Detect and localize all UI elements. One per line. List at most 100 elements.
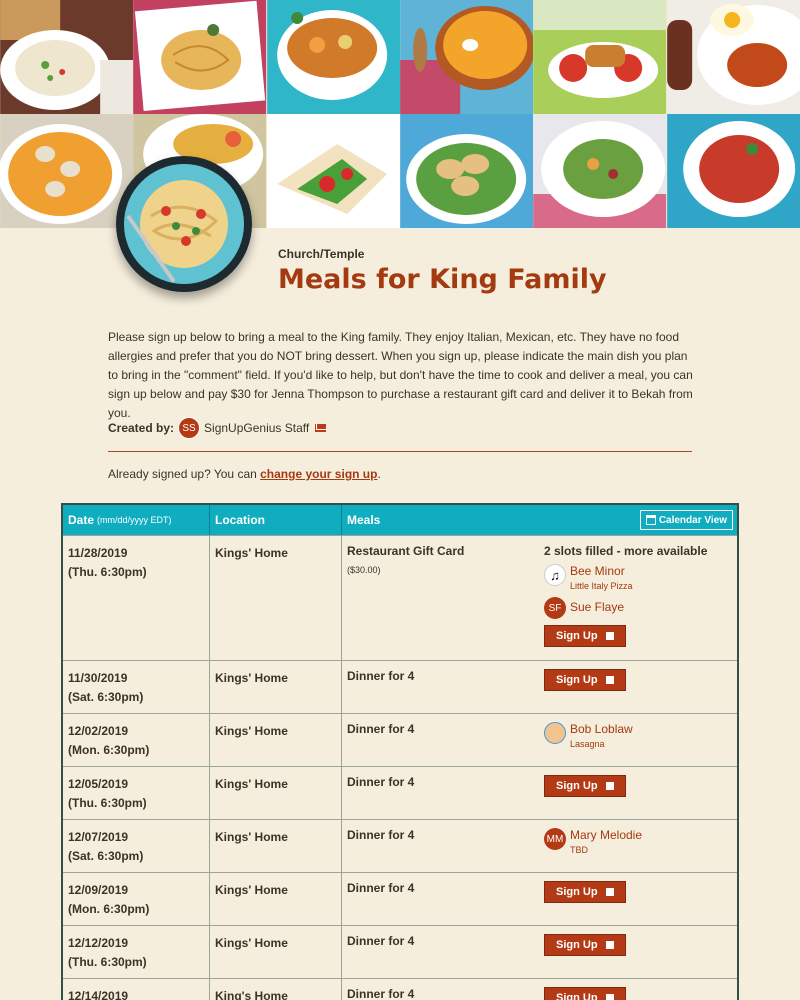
row-date: 12/09/2019 xyxy=(68,883,129,897)
calendar-view-label: Calendar View xyxy=(658,514,727,526)
person-name[interactable]: Mary Melodie xyxy=(570,828,642,842)
slots-cell: Bob Loblaw Lasagna xyxy=(544,722,732,758)
date-cell: 12/02/2019 (Mon. 6:30pm) xyxy=(63,714,210,766)
meal-name: Restaurant Gift Card xyxy=(347,544,465,558)
creator-avatar: SS xyxy=(178,417,201,439)
date-cell: 12/05/2019 (Thu. 6:30pm) xyxy=(63,767,210,819)
table-row: 12/07/2019 (Sat. 6:30pm) Kings' Home Din… xyxy=(63,819,737,872)
row-time: (Thu. 6:30pm) xyxy=(68,565,147,579)
row-date: 12/12/2019 xyxy=(68,936,129,950)
meal-name: Dinner for 4 xyxy=(347,828,415,842)
meals-cell: Dinner for 4 Sign Up xyxy=(342,926,737,978)
signup-button[interactable]: Sign Up xyxy=(544,775,626,797)
table-row: 11/28/2019 (Thu. 6:30pm) Kings' Home Res… xyxy=(63,535,737,660)
food-photo-pasta-salad xyxy=(0,0,134,114)
person-name[interactable]: Bee Minor xyxy=(570,564,633,578)
already-text: Already signed up? You can xyxy=(108,467,261,481)
signup-button-label: Sign Up xyxy=(556,630,598,642)
slots-cell: Sign Up xyxy=(544,881,732,917)
signup-button[interactable]: Sign Up xyxy=(544,669,626,691)
person-avatar: SF xyxy=(544,597,566,619)
signup-button-label: Sign Up xyxy=(556,939,598,951)
date-cell: 12/14/2019 xyxy=(63,979,210,1000)
header-food-collage xyxy=(0,0,800,228)
signup-button[interactable]: Sign Up xyxy=(544,934,626,956)
signup-table: Date (mm/dd/yyyy EDT) Location Meals Cal… xyxy=(61,503,739,1000)
location-cell: Kings' Home xyxy=(210,661,342,713)
food-photo-tomato-bowl xyxy=(666,114,800,228)
food-photo-croquettes xyxy=(533,0,667,114)
meal-name: Dinner for 4 xyxy=(347,775,415,789)
person-comment: TBD xyxy=(570,845,588,855)
food-photo-wrap xyxy=(266,114,400,228)
meal-name: Dinner for 4 xyxy=(347,669,415,683)
row-time: (Mon. 6:30pm) xyxy=(68,743,150,757)
table-row: 11/30/2019 (Sat. 6:30pm) Kings' Home Din… xyxy=(63,660,737,713)
food-photo-stew xyxy=(266,0,400,114)
row-time: (Thu. 6:30pm) xyxy=(68,955,147,969)
signup-button-label: Sign Up xyxy=(556,886,598,898)
date-cell: 11/28/2019 (Thu. 6:30pm) xyxy=(63,536,210,660)
location-cell: King's Home xyxy=(210,979,342,1000)
header-location: Location xyxy=(210,505,342,535)
checkbox-icon xyxy=(605,676,614,684)
food-photo-spaghetti xyxy=(133,0,267,114)
location-cell: Kings' Home xyxy=(210,873,342,925)
person-comment: Lasagna xyxy=(570,739,605,749)
location-cell: Kings' Home xyxy=(210,714,342,766)
checkbox-icon xyxy=(605,941,614,949)
table-row: 12/14/2019 King's Home Dinner for 4 Sign… xyxy=(63,978,737,1000)
table-header: Date (mm/dd/yyyy EDT) Location Meals Cal… xyxy=(63,505,737,535)
created-by-label: Created by: xyxy=(108,421,175,435)
person-photo-avatar xyxy=(544,722,566,744)
person-avatar: MM xyxy=(544,828,566,850)
person-name[interactable]: Sue Flaye xyxy=(570,600,624,614)
divider xyxy=(108,451,692,452)
mail-icon[interactable] xyxy=(315,424,327,432)
person-name[interactable]: Bob Loblaw xyxy=(570,722,633,736)
featured-pasta-plate-image xyxy=(116,156,252,292)
signup-button[interactable]: Sign Up xyxy=(544,881,626,903)
change-signup-link[interactable]: change your sign up xyxy=(260,467,377,481)
meal-name: Dinner for 4 xyxy=(347,934,415,948)
creator-name[interactable]: SignUpGenius Staff xyxy=(204,421,309,435)
header-date-label: Date xyxy=(68,513,95,527)
signup-button-label: Sign Up xyxy=(556,780,598,792)
signup-button-label: Sign Up xyxy=(556,992,598,1000)
slots-cell: Sign Up xyxy=(544,987,732,1000)
meal-name: Dinner for 4 xyxy=(347,987,415,1000)
date-cell: 12/12/2019 (Thu. 6:30pm) xyxy=(63,926,210,978)
slots-cell: Sign Up xyxy=(544,934,732,970)
date-cell: 12/09/2019 (Mon. 6:30pm) xyxy=(63,873,210,925)
calendar-icon xyxy=(645,515,656,525)
signup-description: Please sign up below to bring a meal to … xyxy=(108,330,693,420)
slots-cell: MM Mary Melodie TBD xyxy=(544,828,732,864)
location-cell: Kings' Home xyxy=(210,767,342,819)
location-cell: Kings' Home xyxy=(210,926,342,978)
signed-up-person: Bob Loblaw Lasagna xyxy=(544,722,732,749)
checkbox-icon xyxy=(605,888,614,896)
row-time: (Sat. 6:30pm) xyxy=(68,849,144,863)
meals-cell: Dinner for 4 Sign Up xyxy=(342,661,737,713)
already-end: . xyxy=(377,467,381,481)
food-photo-dumplings xyxy=(400,114,534,228)
meals-cell: Dinner for 4 Sign Up xyxy=(342,767,737,819)
checkbox-icon xyxy=(605,994,614,1000)
signed-up-person: ♫ Bee Minor Little Italy Pizza xyxy=(544,564,732,591)
signup-button[interactable]: Sign Up xyxy=(544,987,626,1000)
calendar-view-button[interactable]: Calendar View xyxy=(639,510,733,530)
header-date: Date (mm/dd/yyyy EDT) xyxy=(63,505,210,535)
signup-button[interactable]: Sign Up xyxy=(544,625,626,647)
header-date-note: (mm/dd/yyyy EDT) xyxy=(97,515,172,525)
row-date: 12/07/2019 xyxy=(68,830,129,844)
slots-cell: 2 slots filled - more available ♫ Bee Mi… xyxy=(544,544,732,652)
row-time: (Thu. 6:30pm) xyxy=(68,796,147,810)
meal-name: Dinner for 4 xyxy=(347,722,415,736)
row-date: 12/14/2019 xyxy=(68,989,129,1000)
meals-cell: Dinner for 4 Bob Loblaw Lasagna xyxy=(342,714,737,766)
created-by: Created by: SS SignUpGenius Staff xyxy=(108,417,327,439)
date-cell: 11/30/2019 (Sat. 6:30pm) xyxy=(63,661,210,713)
category-label: Church/Temple xyxy=(278,247,365,261)
meals-cell: Dinner for 4 Sign Up xyxy=(342,873,737,925)
signed-up-person: MM Mary Melodie TBD xyxy=(544,828,732,855)
